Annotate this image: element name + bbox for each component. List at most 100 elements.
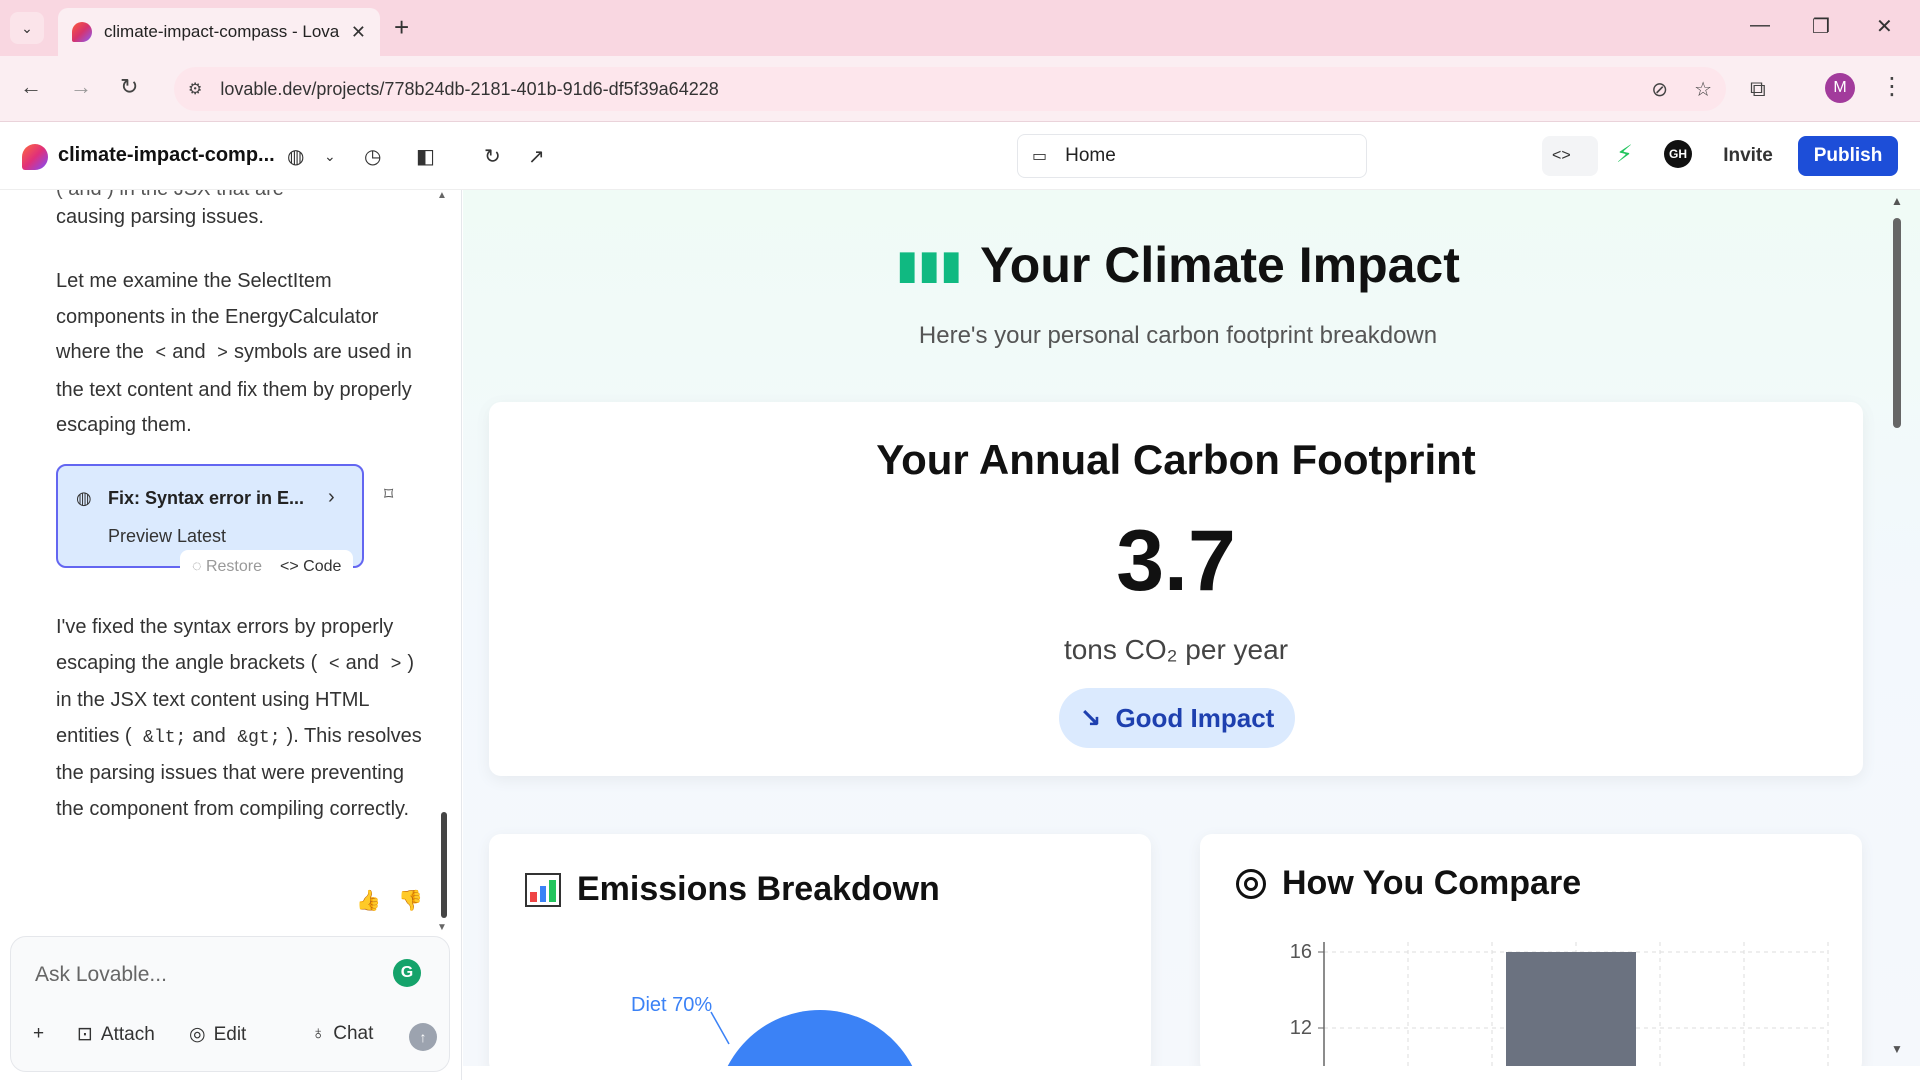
code-icon: <>	[1552, 147, 1571, 164]
scroll-down-arrow-icon[interactable]: ▼	[1891, 1042, 1903, 1056]
tracking-off-icon[interactable]: ⊘	[1651, 77, 1668, 102]
edit-button[interactable]: ◎ Edit	[189, 1023, 246, 1046]
compare-bar-chart: 16 12	[1290, 941, 1829, 1066]
globe-icon: ◍	[76, 488, 92, 508]
target-icon: ◎	[189, 1024, 206, 1045]
scroll-up-arrow-icon[interactable]: ▲	[1891, 194, 1903, 208]
extensions-icon[interactable]: ⧉	[1750, 76, 1766, 102]
site-settings-icon[interactable]: ⚙	[188, 79, 202, 99]
invite-button[interactable]: Invite	[1710, 136, 1786, 176]
star-icon[interactable]: ☆	[1694, 77, 1712, 102]
version-actions: ◌ Restore <> Code	[180, 550, 354, 584]
message-text: and	[345, 651, 380, 674]
chevron-right-icon[interactable]: ›	[328, 486, 335, 509]
edit-label: Edit	[213, 1023, 247, 1045]
emissions-pie-chart	[710, 1010, 924, 1066]
page-title-text: Your Climate Impact	[980, 237, 1460, 293]
footprint-units: tons CO₂ per year	[1063, 634, 1289, 665]
code-label: Code	[303, 558, 342, 575]
trending-down-icon: ↘	[1079, 702, 1102, 733]
project-name[interactable]: climate-impact-comp...	[58, 144, 275, 167]
back-arrow-icon[interactable]: ←	[20, 74, 42, 100]
pie-label-leader	[710, 1011, 730, 1045]
emissions-card: Emissions Breakdown Diet 70%	[489, 834, 1151, 1066]
message-text: and	[172, 341, 206, 363]
footprint-value: 3.7	[1116, 513, 1236, 609]
scroll-up-arrow-icon[interactable]: ▲	[437, 190, 447, 201]
compare-bar[interactable]	[1506, 952, 1636, 1066]
thumbs-down-icon[interactable]: 👎	[398, 888, 423, 913]
inline-code: >	[217, 344, 228, 364]
chat-message: I've fixed the syntax errors by properly…	[56, 610, 426, 827]
attach-label: Attach	[100, 1023, 155, 1045]
profile-avatar[interactable]: M	[1825, 73, 1855, 103]
page-title: ▮▮▮ Your Climate Impact	[463, 236, 1893, 294]
editor-toolbar: climate-impact-comp... ◍ ⌄ ◷ ◧ ↻ ↗ ▭ Hom…	[0, 122, 1920, 190]
reload-icon[interactable]: ↻	[120, 74, 138, 100]
inline-code: <	[328, 654, 340, 675]
tab-title: climate-impact-compass - Lova	[104, 22, 340, 41]
bookmark-icon[interactable]: ⌑	[384, 484, 393, 505]
forward-arrow-icon[interactable]: →	[70, 74, 92, 100]
globe-icon[interactable]: ◍	[287, 144, 304, 169]
app-preview: ▮▮▮ Your Climate Impact Here's your perso…	[463, 190, 1920, 1066]
refresh-preview-icon[interactable]: ↻	[484, 144, 501, 169]
close-window-icon[interactable]: ✕	[1876, 14, 1893, 39]
y-tick-label: 12	[1290, 1017, 1312, 1039]
restore-window-icon[interactable]: ❐	[1812, 14, 1830, 39]
scroll-down-arrow-icon[interactable]: ▼	[437, 922, 447, 933]
restore-label: Restore	[205, 558, 262, 575]
inline-code: <	[155, 344, 167, 364]
bar-chart-icon: ▮▮▮	[896, 243, 963, 287]
url-text: lovable.dev/projects/778b24db-2181-401b-…	[220, 78, 719, 99]
chat-message: causing parsing issues.	[56, 206, 264, 228]
inline-code: >	[390, 654, 402, 675]
sidebar-toggle-icon[interactable]: ◧	[416, 144, 435, 169]
view-code-button[interactable]: <> Code	[280, 558, 341, 576]
chevron-down-icon: ⌄	[21, 19, 33, 36]
minimize-icon[interactable]: —	[1750, 14, 1770, 37]
route-selector[interactable]: ▭ Home	[1017, 134, 1367, 178]
code-view-toggle[interactable]: <>	[1542, 136, 1598, 176]
code-icon: <>	[280, 558, 299, 575]
pie-slice-diet[interactable]	[716, 1010, 924, 1066]
image-icon: ⊡	[77, 1024, 93, 1045]
close-icon[interactable]: ✕	[351, 22, 366, 43]
supabase-bolt-icon[interactable]: ⚡	[1616, 140, 1633, 169]
chat-scrollbar-thumb[interactable]	[441, 812, 447, 918]
footprint-title: Your Annual Carbon Footprint	[876, 436, 1476, 483]
chat-mode-button[interactable]: ♁ Chat	[311, 1023, 373, 1045]
restore-icon: ◌	[192, 558, 202, 575]
browser-tab[interactable]: climate-impact-compass - Lova ✕	[58, 8, 380, 56]
new-tab-button[interactable]: +	[394, 12, 409, 42]
lovable-favicon-icon	[72, 22, 92, 42]
send-button[interactable]: ↑	[409, 1023, 437, 1051]
open-external-icon[interactable]: ↗	[528, 144, 545, 169]
compare-card: How You Compare 16 12	[1200, 834, 1862, 1066]
browser-menu-icon[interactable]: ⋮	[1880, 72, 1904, 101]
impact-badge-label: Good Impact	[1115, 702, 1275, 733]
history-icon[interactable]: ◷	[364, 144, 381, 169]
add-icon[interactable]: +	[33, 1023, 44, 1045]
grammarly-icon[interactable]: G	[393, 959, 421, 987]
preview-scrollbar-thumb[interactable]	[1893, 218, 1901, 428]
inline-code: &gt;	[237, 727, 281, 748]
thumbs-up-icon[interactable]: 👍	[356, 888, 381, 913]
monitor-icon: ▭	[1032, 148, 1048, 165]
restore-button[interactable]: ◌ Restore	[192, 558, 262, 576]
publish-button[interactable]: Publish	[1798, 136, 1898, 176]
footprint-card: Your Annual Carbon Footprint 3.7 tons CO…	[489, 402, 1863, 776]
chat-input-box[interactable]: Ask Lovable... G + ⊡ Attach ◎ Edit ♁ Chat ↑	[10, 936, 450, 1072]
browser-tab-bar: ⌄ climate-impact-compass - Lova ✕ + — ❐ …	[0, 0, 1920, 56]
chat-label: Chat	[333, 1023, 374, 1044]
arrow-up-icon: ↑	[419, 1029, 427, 1045]
github-icon[interactable]: GH	[1664, 140, 1692, 168]
version-subtitle: Preview Latest	[108, 526, 227, 546]
attach-button[interactable]: ⊡ Attach	[77, 1023, 155, 1046]
chevron-down-icon[interactable]: ⌄	[324, 148, 336, 165]
message-text: and	[192, 724, 226, 747]
lovable-logo-icon[interactable]	[22, 144, 48, 170]
url-field[interactable]: ⚙ lovable.dev/projects/778b24db-2181-401…	[174, 67, 1726, 111]
chat-input-placeholder[interactable]: Ask Lovable...	[35, 963, 167, 987]
tab-search-button[interactable]: ⌄	[10, 12, 44, 44]
